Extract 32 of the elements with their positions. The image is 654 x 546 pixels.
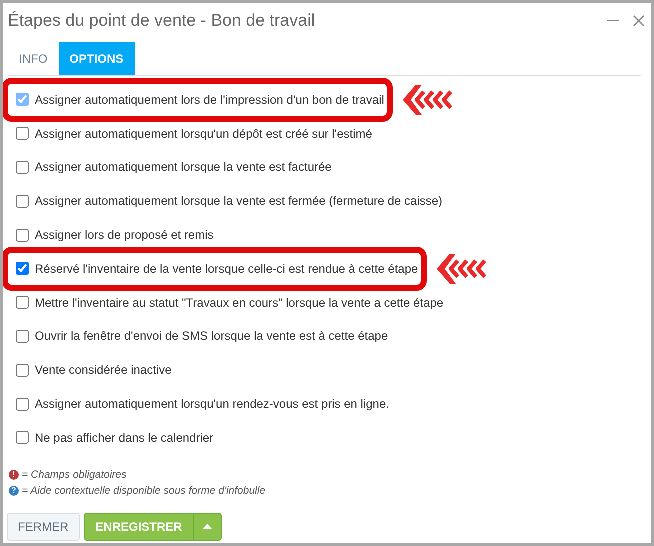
option-label: Assigner automatiquement lorsqu'un dépôt est créé sur l'estimé [35, 126, 372, 141]
checkbox[interactable] [16, 330, 29, 343]
checkbox[interactable] [16, 127, 29, 140]
option-label: Assigner automatiquement lorsque la vente est facturée [35, 160, 332, 174]
option-label: Assigner automatiquement lorsqu'un rendez-vous est pris en ligne. [35, 397, 390, 412]
checkbox[interactable] [16, 160, 29, 174]
checkbox[interactable] [16, 228, 29, 242]
minimize-icon[interactable] [607, 20, 619, 22]
tab[interactable]: INFO [8, 42, 59, 75]
checkbox[interactable] [16, 431, 29, 444]
checkbox[interactable] [16, 296, 29, 310]
legend-text: = Champs obligatoires [22, 468, 127, 481]
legend-icon: ! [9, 470, 19, 480]
window-title: Étapes du point de vente - Bon de travail [8, 11, 316, 31]
checkbox[interactable] [16, 262, 29, 276]
caret-icon [203, 524, 212, 530]
checkbox[interactable] [16, 398, 29, 411]
legend-text: = Aide contextuelle disponible sous forme d'infobulle [22, 484, 266, 497]
close-button[interactable]: FERMER [7, 512, 80, 541]
option-label: Réservé l'inventaire de la vente lorsque celle-ci est rendue à cette étape [35, 262, 418, 276]
checkbox[interactable] [16, 194, 29, 208]
option-label: Vente considérée inactive [35, 363, 172, 378]
option-label: Assigner lors de proposé et remis [35, 228, 214, 242]
option-label: Ouvrir la fenêtre d'envoi de SMS lorsque la vente est à cette étape [35, 329, 388, 344]
option-label: Ne pas afficher dans le calendrier [35, 430, 214, 445]
checkbox[interactable] [16, 364, 29, 377]
close-icon[interactable] [633, 15, 645, 27]
legend-icon: ? [9, 486, 19, 496]
tab[interactable]: OPTIONS [58, 42, 135, 75]
option-label: Mettre l'inventaire au statut "Travaux en cours" lorsque la vente a cette étape [35, 296, 444, 310]
option-label: Assigner automatiquement lors de l'impression d'un bon de travail [35, 92, 384, 107]
option-label: Assigner automatiquement lorsque la vente est fermée (fermeture de caisse) [35, 194, 443, 208]
